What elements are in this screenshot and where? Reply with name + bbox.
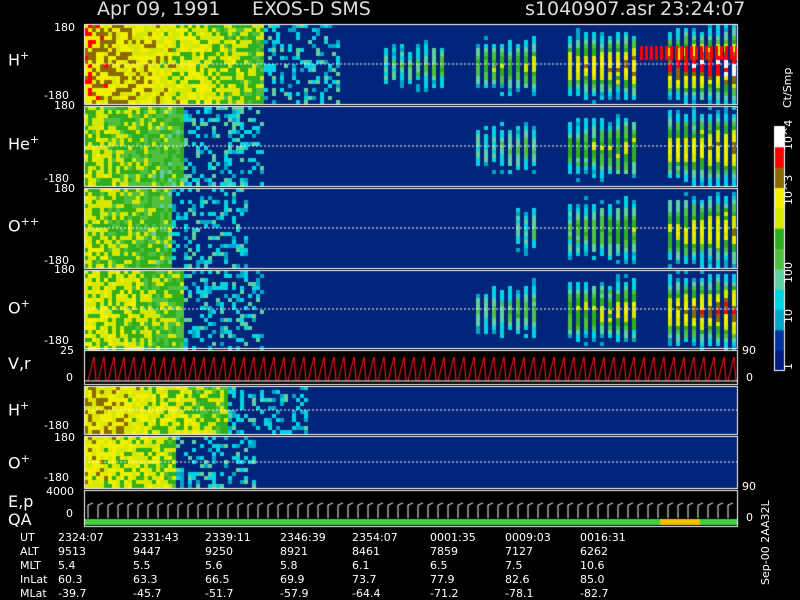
footer-value: 6.1 xyxy=(352,559,370,572)
panel-label-ep: E,p xyxy=(8,492,34,511)
spectrogram-canvas xyxy=(0,0,800,600)
ytick-top: 180 xyxy=(54,431,75,444)
panel-label-o-plus: O+ xyxy=(8,297,30,318)
panel-label-o-plusplus: O++ xyxy=(8,215,40,236)
footer-value: -45.7 xyxy=(133,587,162,600)
panel-label-h-plus: H+ xyxy=(8,49,30,70)
colorbar-tick: 100 xyxy=(782,262,795,283)
colorbar-tick: 10^3 xyxy=(782,174,795,205)
header-mission: EXOS-D SMS xyxy=(252,0,371,20)
footer-value: 8461 xyxy=(352,545,380,558)
ytick-top: 180 xyxy=(54,99,75,112)
footer-value: 9250 xyxy=(205,545,233,558)
footer-value: 63.3 xyxy=(133,573,158,586)
right-tick-bottom: 0 xyxy=(746,511,753,524)
footer-value: 0001:35 xyxy=(430,531,476,544)
panel-label-o-plus-2: O+ xyxy=(8,452,30,473)
header-file: s1040907.asr xyxy=(525,0,655,20)
stamp: Sep-00 2AA32L xyxy=(759,500,772,585)
ytick-top: 25 xyxy=(60,344,74,357)
footer-value: 0016:31 xyxy=(580,531,626,544)
footer-value: 10.6 xyxy=(580,559,605,572)
footer-value: 85.0 xyxy=(580,573,605,586)
footer-row-label: MLat xyxy=(20,587,47,600)
footer-value: 6262 xyxy=(580,545,608,558)
footer-value: 5.6 xyxy=(205,559,223,572)
footer-value: -71.2 xyxy=(430,587,459,600)
right-tick-top: 90 xyxy=(742,344,756,357)
panel-label-vr: V,r xyxy=(8,354,31,373)
footer-value: 77.9 xyxy=(430,573,455,586)
footer-value: 5.8 xyxy=(280,559,298,572)
footer-value: 73.7 xyxy=(352,573,377,586)
footer-value: -82.7 xyxy=(580,587,609,600)
footer-value: -64.4 xyxy=(352,587,381,600)
right-tick-bottom: 0 xyxy=(746,371,753,384)
footer-value: 69.9 xyxy=(280,573,305,586)
right-tick-top: 90 xyxy=(742,480,756,493)
footer-value: 82.6 xyxy=(505,573,530,586)
ytick-top: 180 xyxy=(54,182,75,195)
footer-row-label: InLat xyxy=(20,573,48,586)
panel-label-he-plus: He+ xyxy=(8,133,40,154)
footer-value: 7.5 xyxy=(505,559,523,572)
footer-value: 2346:39 xyxy=(280,531,326,544)
panel-label-qa: QA xyxy=(8,510,32,529)
ytick-bottom: -180 xyxy=(44,471,69,484)
footer-row-label: UT xyxy=(20,531,35,544)
footer-row-label: ALT xyxy=(20,545,39,558)
footer-value: 9447 xyxy=(133,545,161,558)
footer-value: 60.3 xyxy=(58,573,83,586)
footer-row-label: MLT xyxy=(20,559,41,572)
header-date: Apr 09, 1991 xyxy=(97,0,221,20)
ytick-top: 180 xyxy=(54,263,75,276)
footer-value: 2354:07 xyxy=(352,531,398,544)
footer-value: 2324:07 xyxy=(58,531,104,544)
footer-value: 7859 xyxy=(430,545,458,558)
footer-value: -78.1 xyxy=(505,587,534,600)
ytick-top: 180 xyxy=(54,21,75,34)
footer-value: 6.5 xyxy=(430,559,448,572)
footer-value: 2331:43 xyxy=(133,531,179,544)
ytick-bottom: -180 xyxy=(44,419,69,432)
footer-value: 7127 xyxy=(505,545,533,558)
footer-value: 8921 xyxy=(280,545,308,558)
footer-value: 9513 xyxy=(58,545,86,558)
colorbar-tick: 10^4 xyxy=(782,119,795,150)
footer-value: 5.4 xyxy=(58,559,76,572)
footer-value: 66.5 xyxy=(205,573,230,586)
ytick-bottom: 0 xyxy=(66,507,73,520)
ytick-bottom: 0 xyxy=(66,371,73,384)
colorbar-tick: 1 xyxy=(782,363,795,370)
header-time: 23:24:07 xyxy=(660,0,746,20)
footer-value: -51.7 xyxy=(205,587,234,600)
footer-value: -57.9 xyxy=(280,587,309,600)
ytick-top: 4000 xyxy=(46,485,74,498)
colorbar-tick: 10 xyxy=(782,309,795,323)
footer-value: 5.5 xyxy=(133,559,151,572)
colorbar-title: Ct/Smp xyxy=(781,67,794,108)
footer-value: 2339:11 xyxy=(205,531,251,544)
footer-value: 0009:03 xyxy=(505,531,551,544)
panel-label-h-plus-2: H+ xyxy=(8,399,30,420)
footer-value: -39.7 xyxy=(58,587,87,600)
